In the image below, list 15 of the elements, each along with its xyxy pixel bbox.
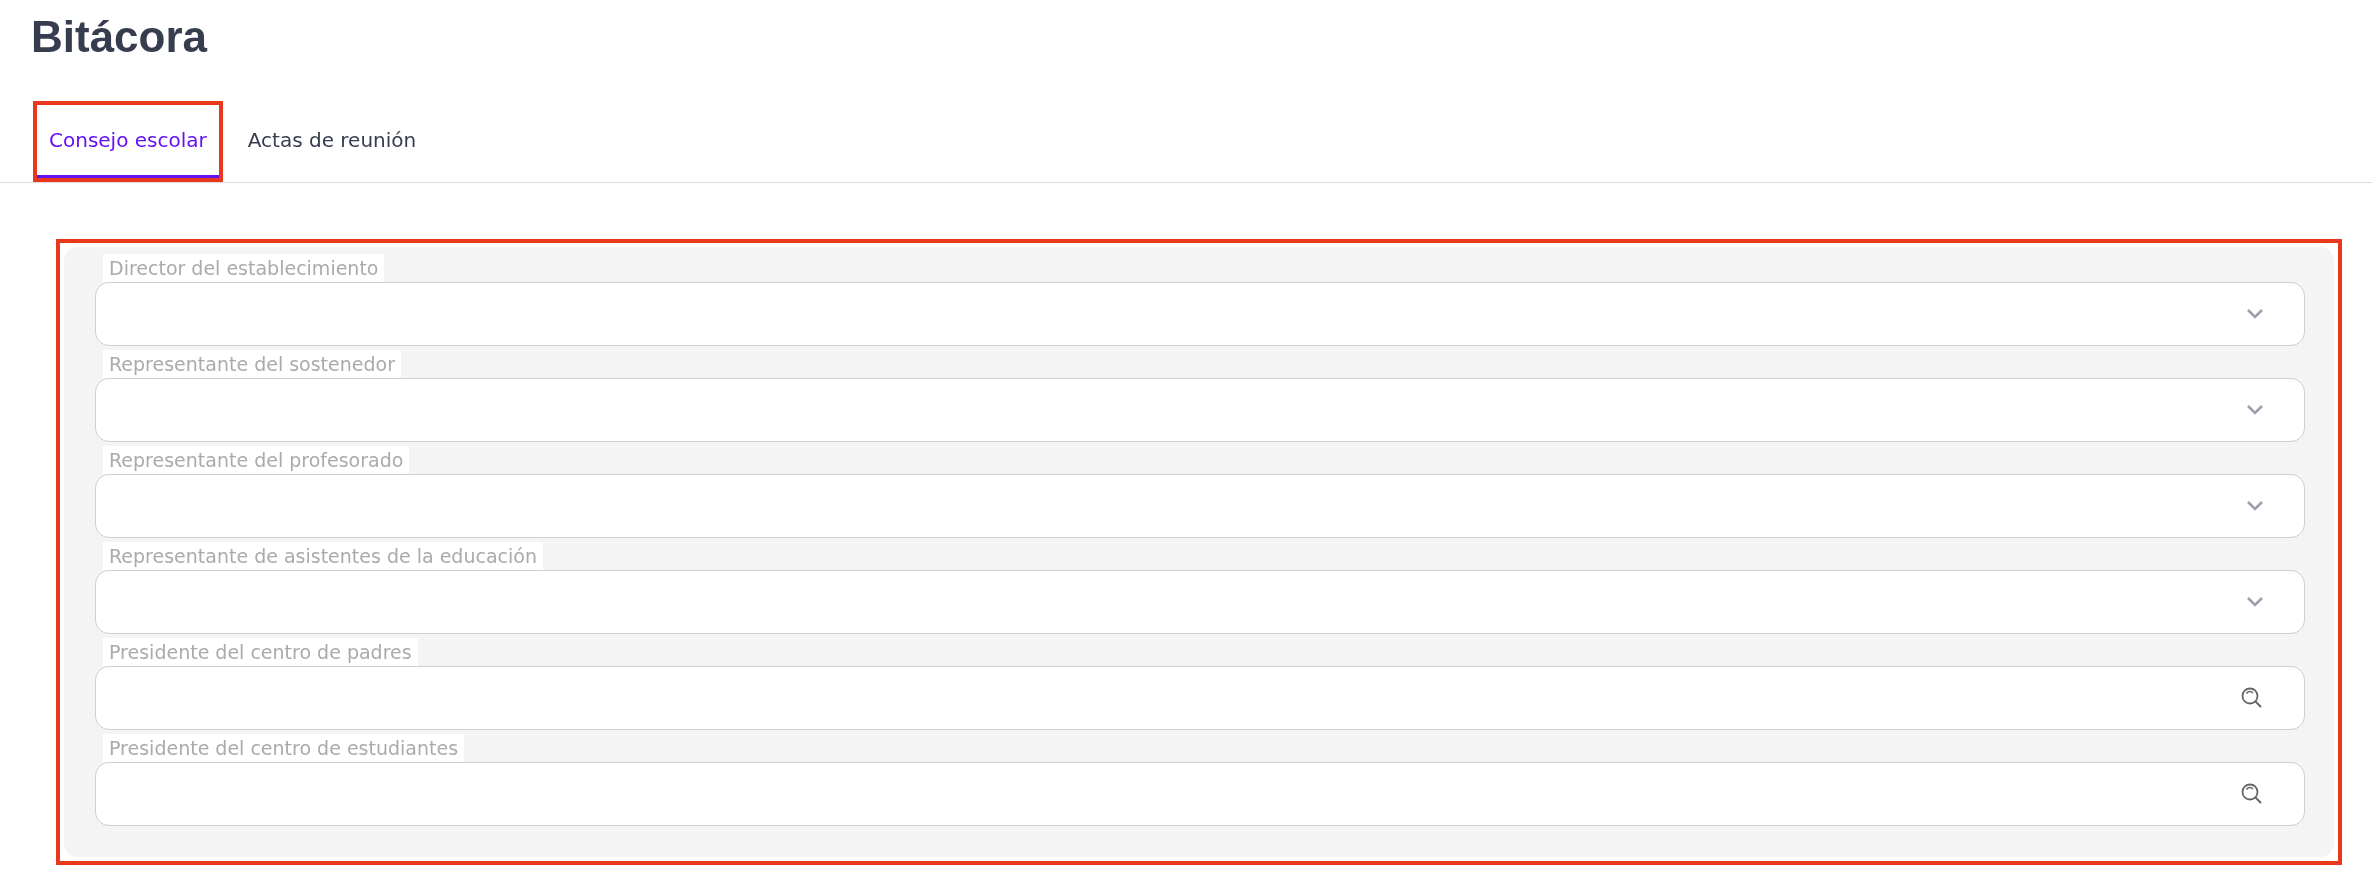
- chevron-down-icon: [2246, 308, 2264, 320]
- chevron-down-icon: [2246, 596, 2264, 608]
- search-icon: [2240, 782, 2264, 806]
- search-icon: [2240, 686, 2264, 710]
- tab[interactable]: Actas de reunión: [235, 105, 429, 178]
- field-label: Representante de asistentes de la educación: [103, 542, 543, 570]
- chevron-down-icon: [2246, 404, 2264, 416]
- field-label: Director del establecimiento: [103, 254, 385, 282]
- chevron-down-icon: [2246, 500, 2264, 512]
- field-label: Representante del profesorado: [103, 446, 410, 474]
- field-label: Presidente del centro de estudiantes: [103, 734, 465, 762]
- tab[interactable]: Consejo escolar: [37, 105, 219, 178]
- field-label: Presidente del centro de padres: [103, 638, 418, 666]
- page-title: Bitácora: [30, 11, 209, 63]
- field-label: Representante del sostenedor: [103, 350, 401, 378]
